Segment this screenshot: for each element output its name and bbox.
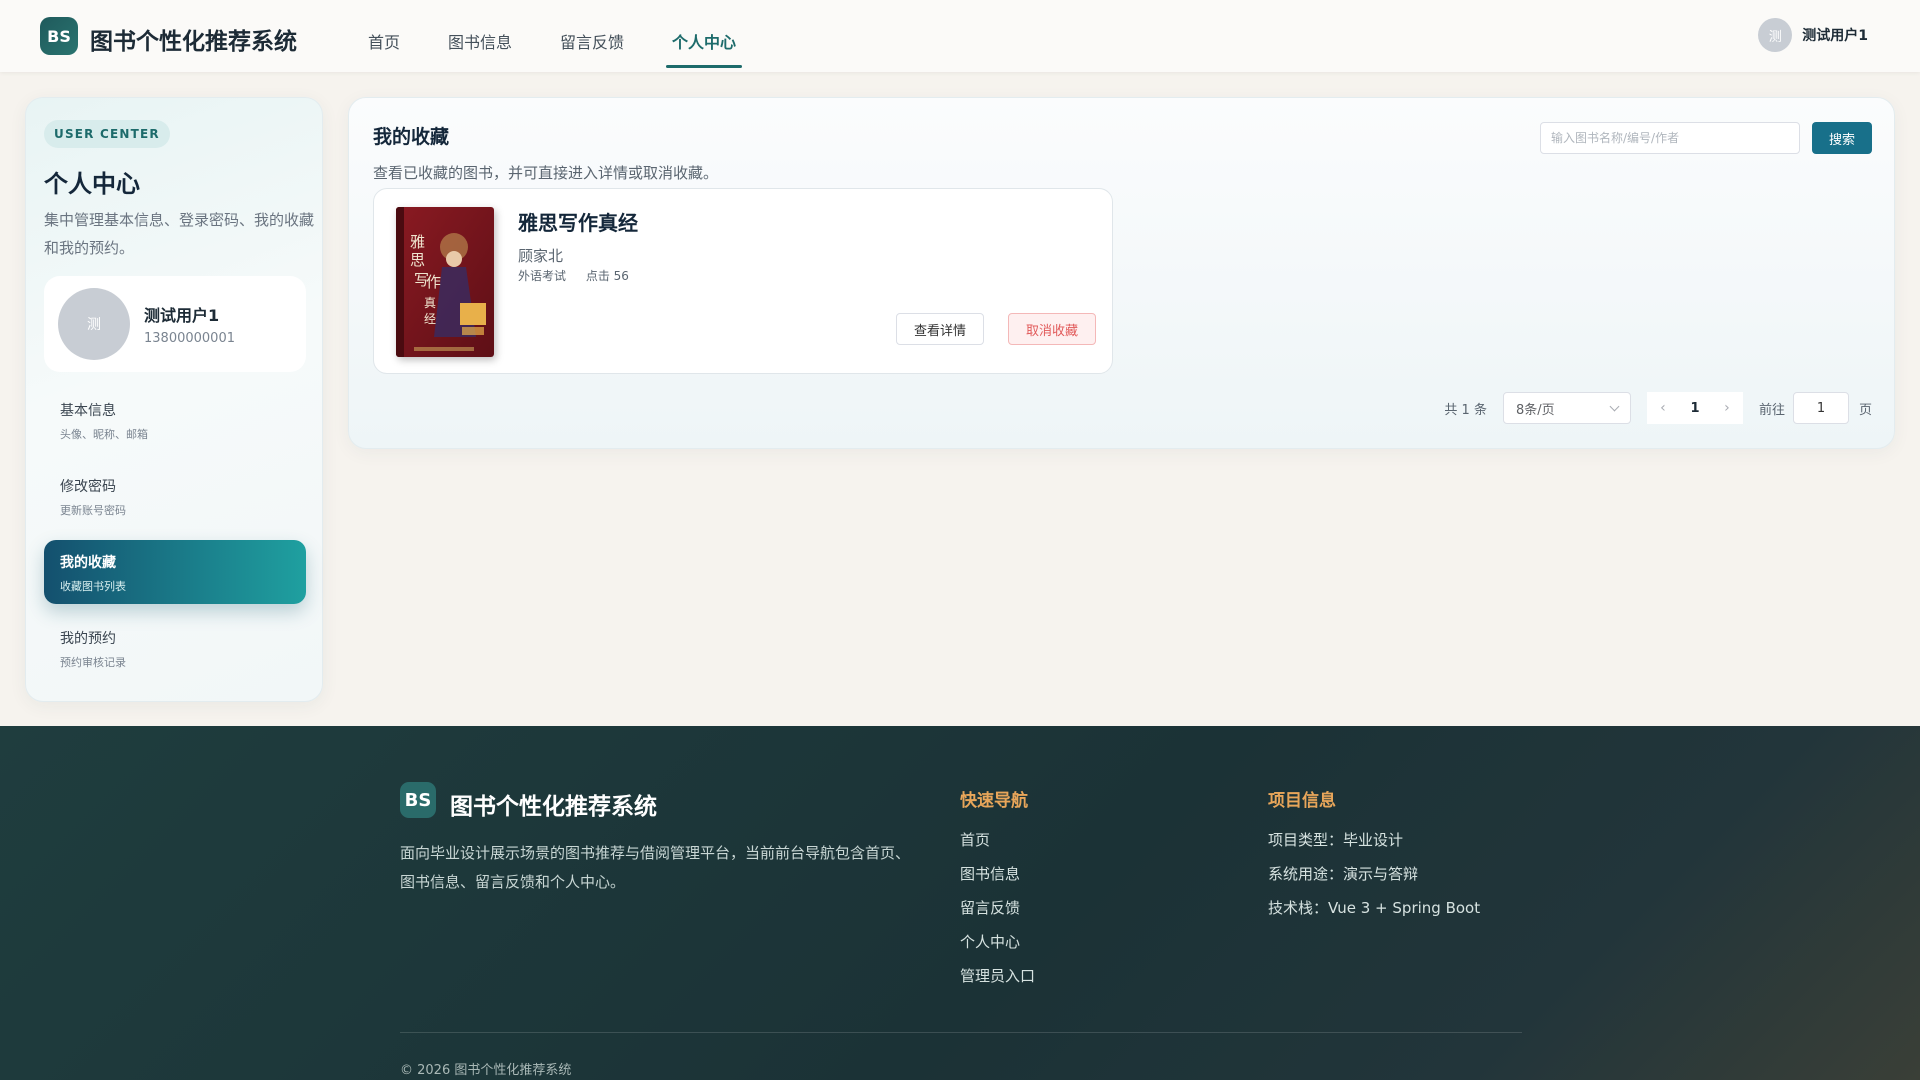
footer-link-admin[interactable]: 管理员入口	[960, 965, 1035, 986]
book-clicks: 点击 56	[585, 269, 629, 283]
book-meta: 外语考试 点击 56	[518, 267, 645, 284]
pagination: 共 1 条 8条/页 ‹ 1 › 前往 页	[1444, 392, 1872, 424]
menu-item-subtitle: 头像、昵称、邮箱	[60, 428, 148, 441]
footer-link-feedback[interactable]: 留言反馈	[960, 897, 1020, 918]
sidebar-item-reservations[interactable]: 我的预约 预约审核记录	[44, 616, 306, 680]
goto-label: 前往	[1758, 402, 1785, 418]
project-tech-stack: 技术栈：Vue 3 + Spring Boot	[1268, 899, 1481, 917]
footer-description: 面向毕业设计展示场景的图书推荐与借阅管理平台，当前前台导航包含首页、图书信息、留…	[400, 844, 911, 891]
page-unit-label: 页	[1858, 402, 1872, 418]
profile-avatar: 测	[58, 288, 130, 360]
project-info-heading: 项目信息	[1268, 791, 1336, 811]
svg-text:作: 作	[426, 273, 441, 291]
prev-page-button[interactable]: ‹	[1646, 392, 1679, 424]
main-nav: 首页 图书信息 留言反馈 个人中心	[350, 0, 766, 72]
user-center-sidebar: USER CENTER 个人中心 集中管理基本信息、登录密码、我的收藏和我的预约…	[25, 97, 323, 702]
page-description: 查看已收藏的图书，并可直接进入详情或取消收藏。	[373, 164, 719, 182]
next-page-button[interactable]: ›	[1710, 392, 1743, 424]
svg-text:思: 思	[410, 251, 425, 269]
quick-nav-heading: 快速导航	[960, 791, 1028, 811]
menu-item-subtitle: 预约审核记录	[60, 656, 126, 669]
svg-text:雅: 雅	[410, 233, 425, 251]
project-purpose: 系统用途：演示与答辩	[1268, 865, 1419, 883]
sidebar-menu: 基本信息 头像、昵称、邮箱 修改密码 更新账号密码 我的收藏 收藏图书列表 我的…	[44, 388, 306, 692]
user-center-badge: USER CENTER	[44, 120, 170, 148]
footer-divider	[400, 1032, 1522, 1033]
page-number[interactable]: 1	[1678, 392, 1711, 424]
menu-item-title: 我的预约	[60, 631, 116, 647]
chevron-right-icon: ›	[1724, 400, 1730, 416]
page-title: 我的收藏	[373, 126, 450, 148]
pagination-total: 共 1 条	[1444, 402, 1487, 418]
svg-text:真: 真	[424, 296, 436, 310]
footer-brand: 图书个性化推荐系统	[450, 794, 657, 820]
brand-title[interactable]: 图书个性化推荐系统	[90, 22, 297, 56]
page-size-select[interactable]: 8条/页	[1502, 392, 1631, 424]
favorites-panel: 我的收藏 查看已收藏的图书，并可直接进入详情或取消收藏。 搜索	[348, 97, 1895, 449]
nav-user-center[interactable]: 个人中心	[654, 0, 754, 72]
menu-item-subtitle: 更新账号密码	[60, 504, 126, 517]
view-detail-button[interactable]: 查看详情	[896, 313, 984, 345]
avatar[interactable]: 测	[1758, 18, 1793, 52]
book-author: 顾家北	[518, 247, 564, 265]
profile-card: 测 测试用户1 13800000001	[44, 276, 306, 372]
user-menu[interactable]: 测 测试用户1	[1758, 18, 1868, 52]
book-cover[interactable]: 雅 思 写 作 真 经	[396, 207, 494, 357]
sidebar-description: 集中管理基本信息、登录密码、我的收藏和我的预约。	[44, 211, 315, 257]
cancel-favorite-button[interactable]: 取消收藏	[1008, 313, 1096, 345]
book-category: 外语考试	[518, 269, 567, 283]
sidebar-title: 个人中心	[44, 170, 140, 198]
menu-item-title: 修改密码	[60, 479, 116, 495]
project-type: 项目类型：毕业设计	[1268, 831, 1404, 849]
footer-link-user-center[interactable]: 个人中心	[960, 931, 1020, 952]
menu-item-title: 基本信息	[60, 403, 116, 419]
nav-feedback[interactable]: 留言反馈	[542, 0, 642, 72]
sidebar-item-favorites[interactable]: 我的收藏 收藏图书列表	[44, 540, 306, 604]
menu-item-title: 我的收藏	[60, 555, 116, 571]
nav-home[interactable]: 首页	[350, 0, 418, 72]
svg-text:经: 经	[424, 312, 436, 326]
footer-link-books[interactable]: 图书信息	[960, 863, 1020, 884]
search-input[interactable]	[1540, 122, 1800, 154]
chevron-left-icon: ‹	[1660, 400, 1666, 416]
top-header: BS 图书个性化推荐系统 首页 图书信息 留言反馈 个人中心 测 测试用户1	[0, 0, 1920, 72]
sidebar-item-basic-info[interactable]: 基本信息 头像、昵称、邮箱	[44, 388, 306, 452]
menu-item-subtitle: 收藏图书列表	[60, 580, 126, 593]
user-name[interactable]: 测试用户1	[1802, 25, 1868, 45]
profile-phone: 13800000001	[144, 331, 235, 346]
search-button[interactable]: 搜索	[1812, 122, 1872, 154]
logo-badge[interactable]: BS	[40, 17, 78, 55]
footer-logo-badge: BS	[400, 782, 436, 818]
site-footer: BS 图书个性化推荐系统 面向毕业设计展示场景的图书推荐与借阅管理平台，当前前台…	[0, 726, 1920, 1080]
goto-page-input[interactable]	[1792, 392, 1849, 424]
sidebar-item-change-password[interactable]: 修改密码 更新账号密码	[44, 464, 306, 528]
book-cover-image: 雅 思 写 作 真 经	[396, 207, 494, 357]
profile-name: 测试用户1	[144, 306, 220, 325]
footer-link-home[interactable]: 首页	[960, 829, 990, 850]
copyright: © 2026 图书个性化推荐系统	[400, 1063, 572, 1078]
favorite-book-card: 雅 思 写 作 真 经 雅思写作真经 顾家北 外语考试 点击 56 查看详情 取…	[373, 188, 1113, 374]
nav-books[interactable]: 图书信息	[430, 0, 530, 72]
chevron-down-icon	[1609, 401, 1620, 411]
book-title[interactable]: 雅思写作真经	[518, 207, 638, 236]
page-size-value: 8条/页	[1515, 402, 1555, 418]
